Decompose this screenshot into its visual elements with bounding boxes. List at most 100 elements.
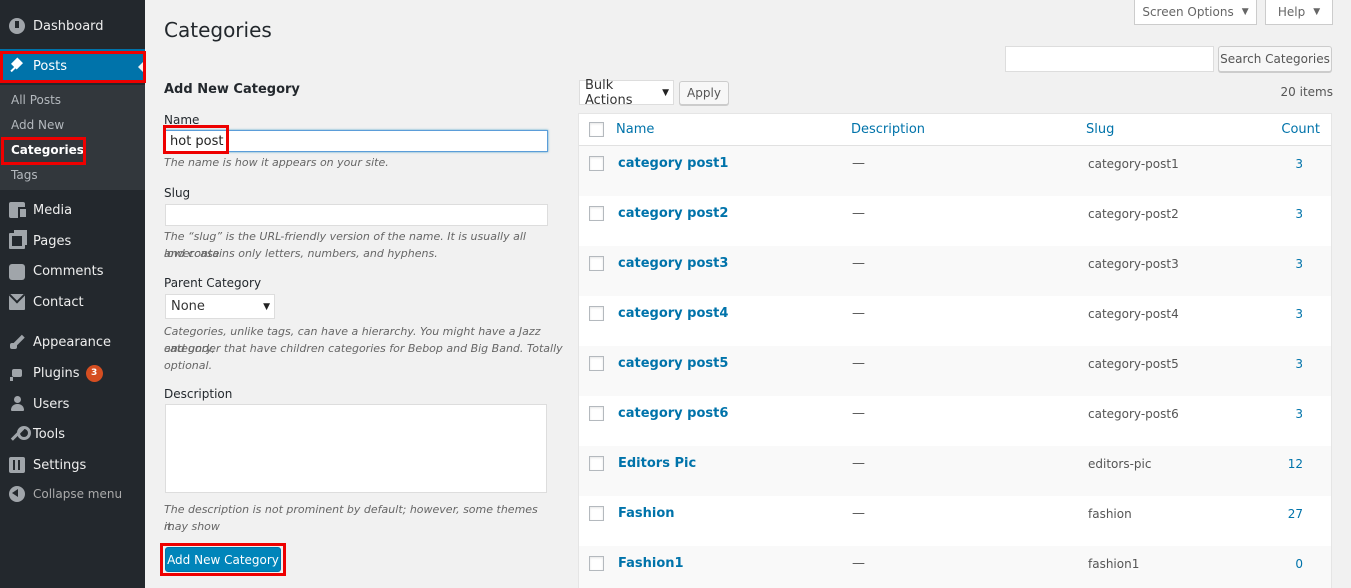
category-name-link[interactable]: category post6 [618, 406, 728, 421]
table-row: category post2 — category-post2 3 [579, 196, 1331, 246]
sidebar-item-label: Appearance [33, 334, 112, 350]
category-slug: category-post1 [1088, 157, 1179, 171]
category-name-input[interactable]: hot post [165, 130, 548, 152]
row-checkbox[interactable] [589, 556, 604, 571]
sidebar-item-settings[interactable]: Settings [0, 451, 145, 479]
sidebar-item-label: Users [33, 396, 70, 412]
sidebar-item-users[interactable]: Users [0, 390, 145, 418]
category-slug: editors-pic [1088, 457, 1152, 471]
apply-button[interactable]: Apply [679, 81, 729, 105]
caret-down-icon: ▼ [1241, 7, 1249, 17]
category-count-link[interactable]: 0 [1295, 557, 1303, 571]
category-description: — [852, 456, 865, 471]
category-slug-input[interactable] [165, 204, 548, 226]
row-checkbox[interactable] [589, 456, 604, 471]
category-name-link[interactable]: category post2 [618, 206, 728, 221]
category-count-link[interactable]: 3 [1295, 307, 1303, 321]
caret-down-icon: ▼ [1313, 7, 1321, 17]
category-description-textarea[interactable] [165, 404, 547, 493]
parent-category-label: Parent Category [164, 276, 262, 290]
sidebar-item-tools[interactable]: Tools [0, 420, 145, 448]
wrench-icon [9, 426, 31, 442]
row-checkbox[interactable] [589, 356, 604, 371]
search-categories-button[interactable]: Search Categories [1218, 46, 1332, 72]
table-row: category post6 — category-post6 3 [579, 396, 1331, 446]
column-header-slug[interactable]: Slug [1086, 122, 1114, 137]
category-name-link[interactable]: category post3 [618, 256, 728, 271]
table-row: category post4 — category-post4 3 [579, 296, 1331, 346]
sidebar-item-media[interactable]: Media [0, 196, 145, 224]
category-description: — [852, 306, 865, 321]
parent-help-text-line3: optional. [164, 359, 213, 372]
help-button[interactable]: Help ▼ [1265, 0, 1333, 25]
row-checkbox[interactable] [589, 256, 604, 271]
sidebar-item-appearance[interactable]: Appearance [0, 328, 145, 356]
submenu-item-add-new[interactable]: Add New [11, 118, 64, 132]
submenu-item-all-posts[interactable]: All Posts [11, 93, 61, 107]
category-count-link[interactable]: 3 [1295, 207, 1303, 221]
row-checkbox[interactable] [589, 506, 604, 521]
parent-category-value: None [171, 299, 205, 314]
search-categories-input[interactable] [1005, 46, 1214, 72]
column-header-name[interactable]: Name [616, 122, 654, 137]
sidebar-item-dashboard[interactable]: Dashboard [0, 12, 145, 40]
select-all-checkbox[interactable] [589, 122, 604, 137]
submenu-item-tags[interactable]: Tags [11, 168, 38, 182]
category-count-link[interactable]: 3 [1295, 157, 1303, 171]
category-description: — [852, 256, 865, 271]
table-row: category post3 — category-post3 3 [579, 246, 1331, 296]
sidebar-item-label: Comments [33, 263, 104, 279]
category-name-link[interactable]: category post1 [618, 156, 728, 171]
sidebar-item-label: Pages [33, 233, 72, 249]
sidebar-item-label: Plugins [33, 365, 80, 381]
category-name-link[interactable]: Fashion [618, 506, 675, 521]
category-slug: category-post3 [1088, 257, 1179, 271]
sidebar-item-plugins[interactable]: Plugins 3 [0, 359, 145, 387]
bulk-actions-value: Bulk Actions [585, 77, 633, 108]
sidebar-item-posts[interactable]: Posts [0, 49, 145, 83]
category-name-link[interactable]: Editors Pic [618, 456, 696, 471]
category-name-link[interactable]: category post5 [618, 356, 728, 371]
row-checkbox[interactable] [589, 156, 604, 171]
sidebar-item-contact[interactable]: Contact [0, 288, 145, 316]
table-header: Name Description Slug Count [579, 114, 1331, 146]
parent-category-select[interactable]: None ▼ [165, 294, 275, 319]
category-count-link[interactable]: 27 [1288, 507, 1303, 521]
row-checkbox[interactable] [589, 206, 604, 221]
category-count-link[interactable]: 12 [1288, 457, 1303, 471]
plugin-icon [9, 365, 25, 381]
row-checkbox[interactable] [589, 306, 604, 321]
category-slug: category-post5 [1088, 357, 1179, 371]
sidebar-item-comments[interactable]: Comments [0, 257, 145, 285]
category-name-link[interactable]: Fashion1 [618, 556, 684, 571]
category-count-link[interactable]: 3 [1295, 407, 1303, 421]
sidebar-item-label: Posts [33, 58, 67, 74]
table-row: Editors Pic — editors-pic 12 [579, 446, 1331, 496]
posts-submenu: All Posts Add New Categories Tags [0, 85, 145, 190]
column-header-description[interactable]: Description [851, 122, 925, 137]
table-row: Fashion1 — fashion1 0 [579, 546, 1331, 588]
name-label: Name [164, 113, 200, 127]
slug-help-text-line2: and contains only letters, numbers, and … [164, 247, 438, 260]
update-count-badge: 3 [85, 364, 103, 382]
category-name-link[interactable]: category post4 [618, 306, 728, 321]
category-description: — [852, 156, 865, 171]
category-count-link[interactable]: 3 [1295, 257, 1303, 271]
dropdown-arrow-icon: ▼ [263, 301, 270, 312]
submenu-item-categories[interactable]: Categories [11, 143, 84, 157]
screen-options-label: Screen Options [1142, 5, 1234, 19]
sidebar-item-label: Media [33, 202, 73, 218]
items-count: 20 items [1280, 85, 1333, 99]
settings-icon [9, 457, 25, 473]
sidebar-item-pages[interactable]: Pages [0, 227, 145, 255]
category-description: — [852, 356, 865, 371]
collapse-menu-button[interactable]: Collapse menu [0, 480, 145, 508]
row-checkbox[interactable] [589, 406, 604, 421]
screen-options-button[interactable]: Screen Options ▼ [1134, 0, 1257, 25]
category-count-link[interactable]: 3 [1295, 357, 1303, 371]
pages-icon [9, 230, 27, 249]
add-new-category-button[interactable]: Add New Category [165, 547, 281, 572]
sidebar-item-label: Settings [33, 457, 87, 473]
bulk-actions-select[interactable]: Bulk Actions ▼ [579, 77, 674, 108]
column-header-count[interactable]: Count [1281, 122, 1320, 137]
